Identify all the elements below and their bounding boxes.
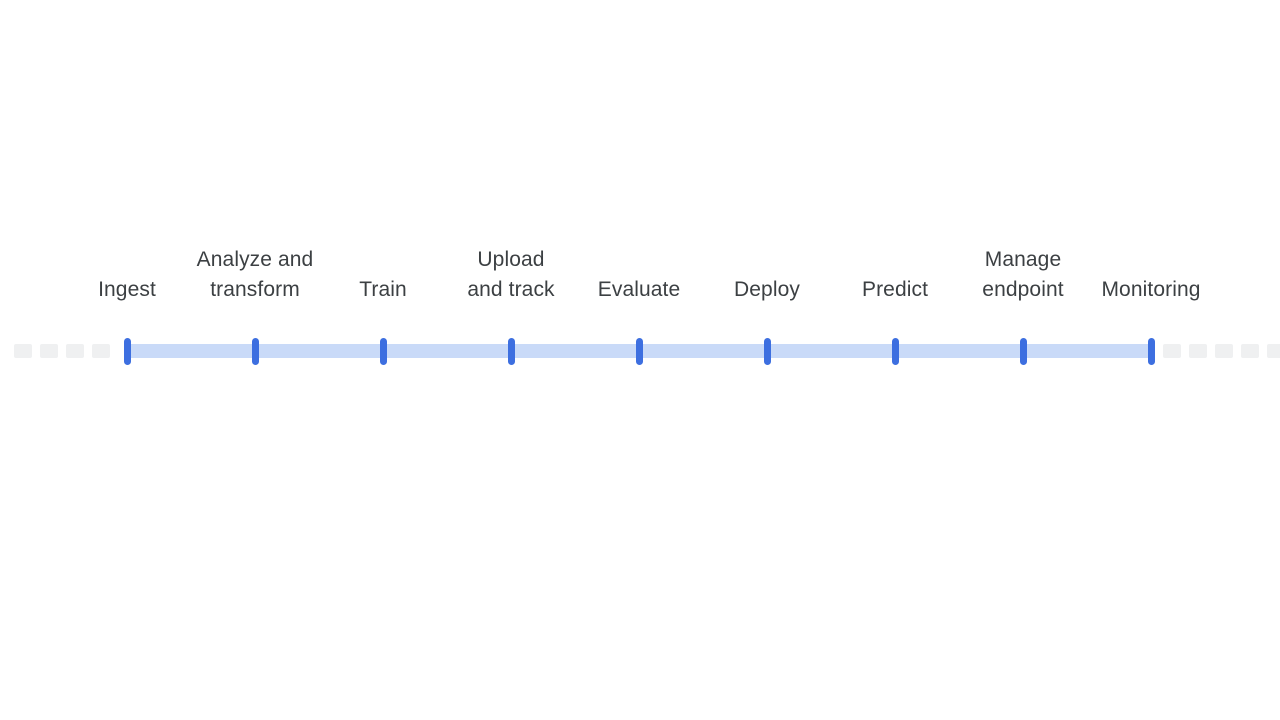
stage-label-line: Evaluate [597,278,681,301]
stage-label-line: Manage [984,248,1062,271]
stage-label-train: Train [359,275,407,305]
workflow-timeline: Ingest Analyze and transform Train Upload and… [0,0,1280,720]
stage-label-ingest: Ingest [98,275,156,305]
stage-label-upload-track: Upload and track [467,245,554,305]
diagram-canvas: Ingest Analyze and transform Train Upload and… [0,0,1280,720]
timeline-labels: Ingest Analyze and transform Train Upload and… [0,0,1280,720]
stage-label-line: Ingest [98,278,156,301]
stage-label-line: Predict [861,278,929,301]
stage-label-line: Upload [477,248,545,271]
stage-label-analyze-transform: Analyze and transform [197,245,314,305]
stage-label-line: Deploy [734,278,800,301]
stage-label-evaluate: Evaluate [598,275,681,305]
stage-label-manage-endpoint: Manage endpoint [982,245,1063,305]
stage-label-line: transform [210,278,300,301]
stage-label-predict: Predict [862,275,928,305]
stage-label-line: Monitoring [1101,278,1201,301]
stage-label-deploy: Deploy [734,275,800,305]
stage-label-line: Analyze and [196,248,314,271]
stage-label-line: endpoint [982,278,1064,301]
stage-label-line: Train [359,278,407,301]
stage-label-monitoring: Monitoring [1101,275,1200,305]
stage-label-line: and track [467,278,555,301]
